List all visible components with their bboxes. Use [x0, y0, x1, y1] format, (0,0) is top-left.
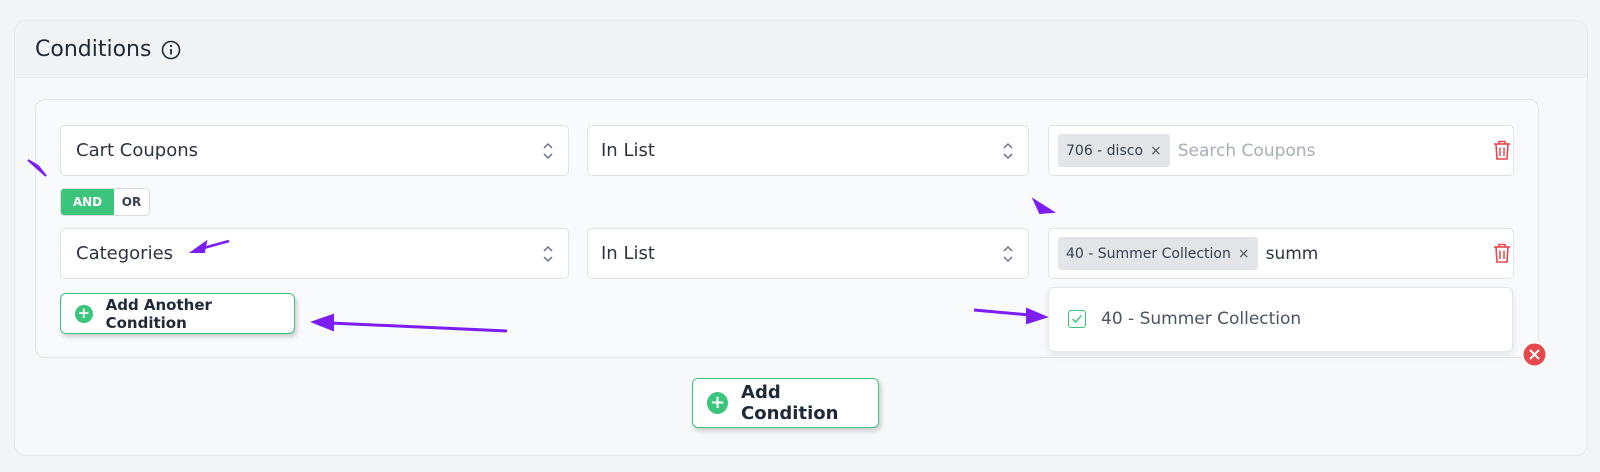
condition-type-select[interactable]: Categories: [60, 228, 569, 279]
chevron-up-down-icon: [543, 142, 553, 160]
plus-circle-icon: +: [75, 304, 93, 323]
search-coupons-placeholder[interactable]: Search Coupons: [1178, 141, 1316, 161]
tag-remove-icon[interactable]: ×: [1150, 143, 1162, 159]
selected-tag: 706 - disco ×: [1058, 134, 1170, 167]
chevron-up-down-icon: [1003, 245, 1013, 263]
operator-select[interactable]: In List: [587, 228, 1029, 279]
tag-remove-icon[interactable]: ×: [1238, 246, 1250, 262]
condition-type-select[interactable]: Cart Coupons: [60, 125, 569, 176]
dropdown-option-label: 40 - Summer Collection: [1101, 309, 1302, 329]
trash-icon[interactable]: [1492, 242, 1512, 264]
tag-label: 40 - Summer Collection: [1066, 245, 1231, 262]
add-another-condition-label: Add Another Condition: [105, 295, 212, 332]
logic-toggle: AND OR: [60, 188, 150, 216]
checkbox-checked-icon[interactable]: [1068, 310, 1086, 328]
condition-type-value: Cart Coupons: [76, 140, 198, 161]
panel-title: Conditions: [35, 37, 152, 62]
tag-label: 706 - disco: [1066, 142, 1144, 159]
trash-icon[interactable]: [1492, 139, 1512, 161]
operator-value: In List: [601, 243, 655, 264]
add-condition-label: Add Condition: [741, 382, 839, 424]
info-icon[interactable]: [161, 40, 181, 60]
plus-circle-icon: +: [707, 392, 729, 414]
operator-value: In List: [601, 140, 655, 161]
condition-type-value: Categories: [76, 243, 174, 264]
coupon-search-field[interactable]: 706 - disco × Search Coupons: [1048, 125, 1514, 176]
category-search-field[interactable]: 40 - Summer Collection × summ: [1048, 228, 1514, 279]
chevron-up-down-icon: [1003, 142, 1013, 160]
logic-and-button[interactable]: AND: [61, 189, 114, 215]
logic-or-button[interactable]: OR: [114, 189, 149, 215]
panel-header: Conditions: [15, 21, 1587, 78]
category-options-dropdown: 40 - Summer Collection: [1048, 287, 1513, 352]
add-condition-button[interactable]: + Add Condition: [692, 378, 879, 428]
search-categories-input[interactable]: summ: [1266, 244, 1319, 264]
selected-tag: 40 - Summer Collection ×: [1058, 237, 1258, 270]
add-another-condition-button[interactable]: + Add Another Condition: [60, 293, 295, 334]
operator-select[interactable]: In List: [587, 125, 1029, 176]
chevron-up-down-icon: [543, 245, 553, 263]
close-circle-icon[interactable]: [1521, 341, 1548, 368]
